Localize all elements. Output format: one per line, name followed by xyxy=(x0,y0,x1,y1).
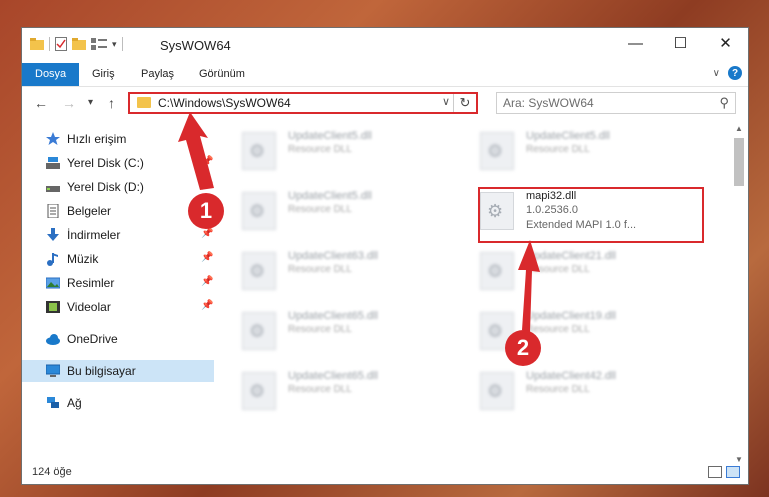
step-badge-2: 2 xyxy=(505,330,541,366)
arrow-2-icon xyxy=(518,240,540,332)
arrow-1-icon xyxy=(178,112,214,190)
step-badge-1: 1 xyxy=(188,193,224,229)
annotation-arrows xyxy=(178,112,540,332)
